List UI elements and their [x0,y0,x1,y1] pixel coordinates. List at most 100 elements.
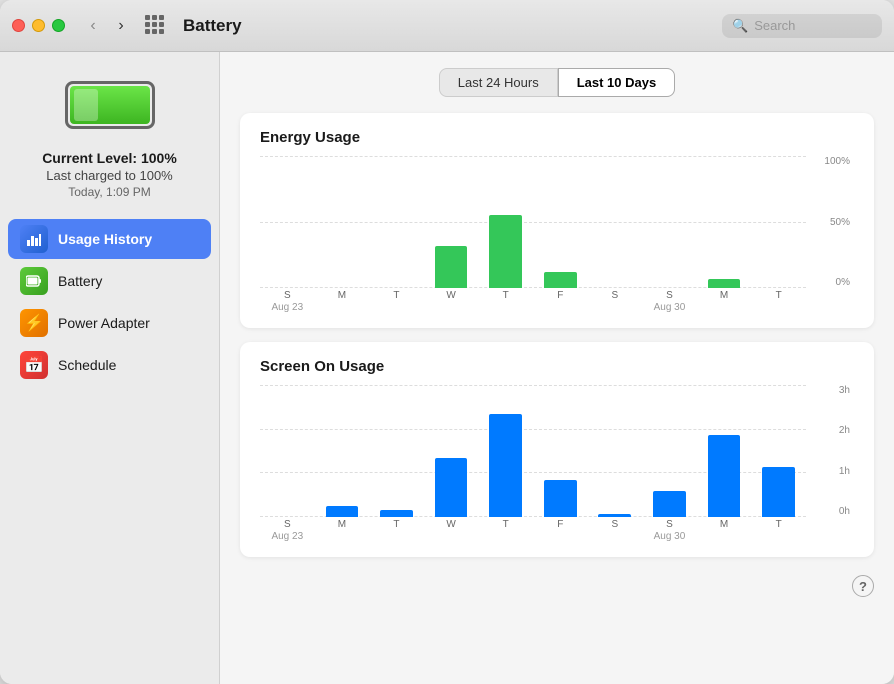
bar-9 [762,467,795,517]
x-day-6: S [612,290,619,302]
x-day-4: T [503,519,509,531]
grid-dot [159,15,164,20]
help-button-container: ? [240,571,874,597]
bar-group-0 [260,385,315,517]
x-label-group-4: T [478,517,533,545]
x-day-0: S [284,290,291,302]
sidebar-item-battery[interactable]: Battery [8,261,211,301]
screen-chart-bars [260,385,806,517]
tab-bar: Last 24 Hours Last 10 Days [240,68,874,97]
help-button[interactable]: ? [852,575,874,597]
bar-8 [708,279,741,288]
traffic-lights [12,19,65,32]
grid-dot [152,29,157,34]
sidebar-nav: Usage History Battery ⚡ Power Adapter 📅 … [0,219,219,387]
sidebar-item-usage-history[interactable]: Usage History [8,219,211,259]
tab-10d[interactable]: Last 10 Days [558,68,676,97]
bar-group-6 [588,156,643,288]
minimize-button[interactable] [32,19,45,32]
back-button[interactable]: ‹ [81,14,105,38]
bar-group-5 [533,156,588,288]
x-day-9: T [776,519,782,531]
bar-2 [380,510,413,517]
grid-dot [152,22,157,27]
bar-group-5 [533,385,588,517]
battery-fill [70,86,150,124]
close-button[interactable] [12,19,25,32]
bar-3 [435,458,468,517]
grid-dot [159,22,164,27]
bar-group-9 [751,156,806,288]
battery-icon [20,267,48,295]
x-day-2: T [393,519,399,531]
energy-y-axis: 100% 50% 0% [810,156,854,288]
bar-group-3 [424,385,479,517]
x-day-8: M [720,290,728,302]
bar-group-7 [642,385,697,517]
screen-y-label-mid1: 2h [810,425,854,436]
bar-group-1 [315,156,370,288]
x-date-7: Aug 30 [654,531,686,542]
energy-y-label-bot: 0% [810,277,854,288]
energy-usage-card: Energy Usage 100% 50% 0% [240,113,874,328]
sidebar-item-power-adapter-label: Power Adapter [58,315,150,331]
battery-body [65,81,155,129]
x-label-group-6: S [588,288,643,316]
screen-usage-title: Screen On Usage [260,358,854,375]
x-label-group-9: T [751,517,806,545]
x-date-0: Aug 23 [271,531,303,542]
screen-x-axis: SAug 23MTWTFSSAug 30MT [260,517,806,545]
x-day-4: T [503,290,509,302]
bar-group-1 [315,385,370,517]
bar-group-8 [697,156,752,288]
grid-dot [145,29,150,34]
search-input[interactable] [754,18,864,33]
app-grid-button[interactable] [145,15,167,37]
grid-dot [145,22,150,27]
bar-1 [326,506,359,517]
bar-group-4 [478,385,533,517]
right-panel: Last 24 Hours Last 10 Days Energy Usage [220,52,894,684]
search-box[interactable]: 🔍 [722,14,882,38]
sidebar-item-battery-label: Battery [58,273,102,289]
energy-x-axis: SAug 23MTWTFSSAug 30MT [260,288,806,316]
bar-group-4 [478,156,533,288]
energy-usage-title: Energy Usage [260,129,854,146]
x-label-group-4: T [478,288,533,316]
battery-charged-text: Last charged to 100% [42,168,177,183]
x-label-group-6: S [588,517,643,545]
x-label-group-5: F [533,517,588,545]
grid-dot [152,15,157,20]
bar-3 [435,246,468,288]
x-label-group-3: W [424,517,479,545]
bar-group-9 [751,385,806,517]
energy-y-label-mid: 50% [810,217,854,228]
x-day-1: M [338,519,346,531]
x-label-group-2: T [369,288,424,316]
sidebar: Current Level: 100% Last charged to 100%… [0,52,220,684]
battery-level-text: Current Level: 100% [42,150,177,166]
tab-24h[interactable]: Last 24 Hours [439,68,558,97]
maximize-button[interactable] [52,19,65,32]
bar-group-2 [369,385,424,517]
energy-y-label-top: 100% [810,156,854,167]
x-label-group-0: SAug 23 [260,288,315,316]
x-date-0: Aug 23 [271,302,303,313]
x-label-group-3: W [424,288,479,316]
screen-usage-card: Screen On Usage 3h 2h 1h 0h [240,342,874,557]
bar-group-0 [260,156,315,288]
battery-time-text: Today, 1:09 PM [42,185,177,199]
forward-button[interactable]: › [109,14,133,38]
energy-usage-chart: 100% 50% 0% SAug 23MTWTFSSAug 30MT [260,156,854,316]
battery-icon-container [60,76,160,134]
bar-group-7 [642,156,697,288]
sidebar-item-schedule[interactable]: 📅 Schedule [8,345,211,385]
bar-group-2 [369,156,424,288]
bar-group-6 [588,385,643,517]
x-day-1: M [338,290,346,302]
bar-4 [489,414,522,517]
screen-y-label-mid2: 1h [810,466,854,477]
sidebar-item-power-adapter[interactable]: ⚡ Power Adapter [8,303,211,343]
main-content: Current Level: 100% Last charged to 100%… [0,52,894,684]
x-label-group-1: M [315,517,370,545]
